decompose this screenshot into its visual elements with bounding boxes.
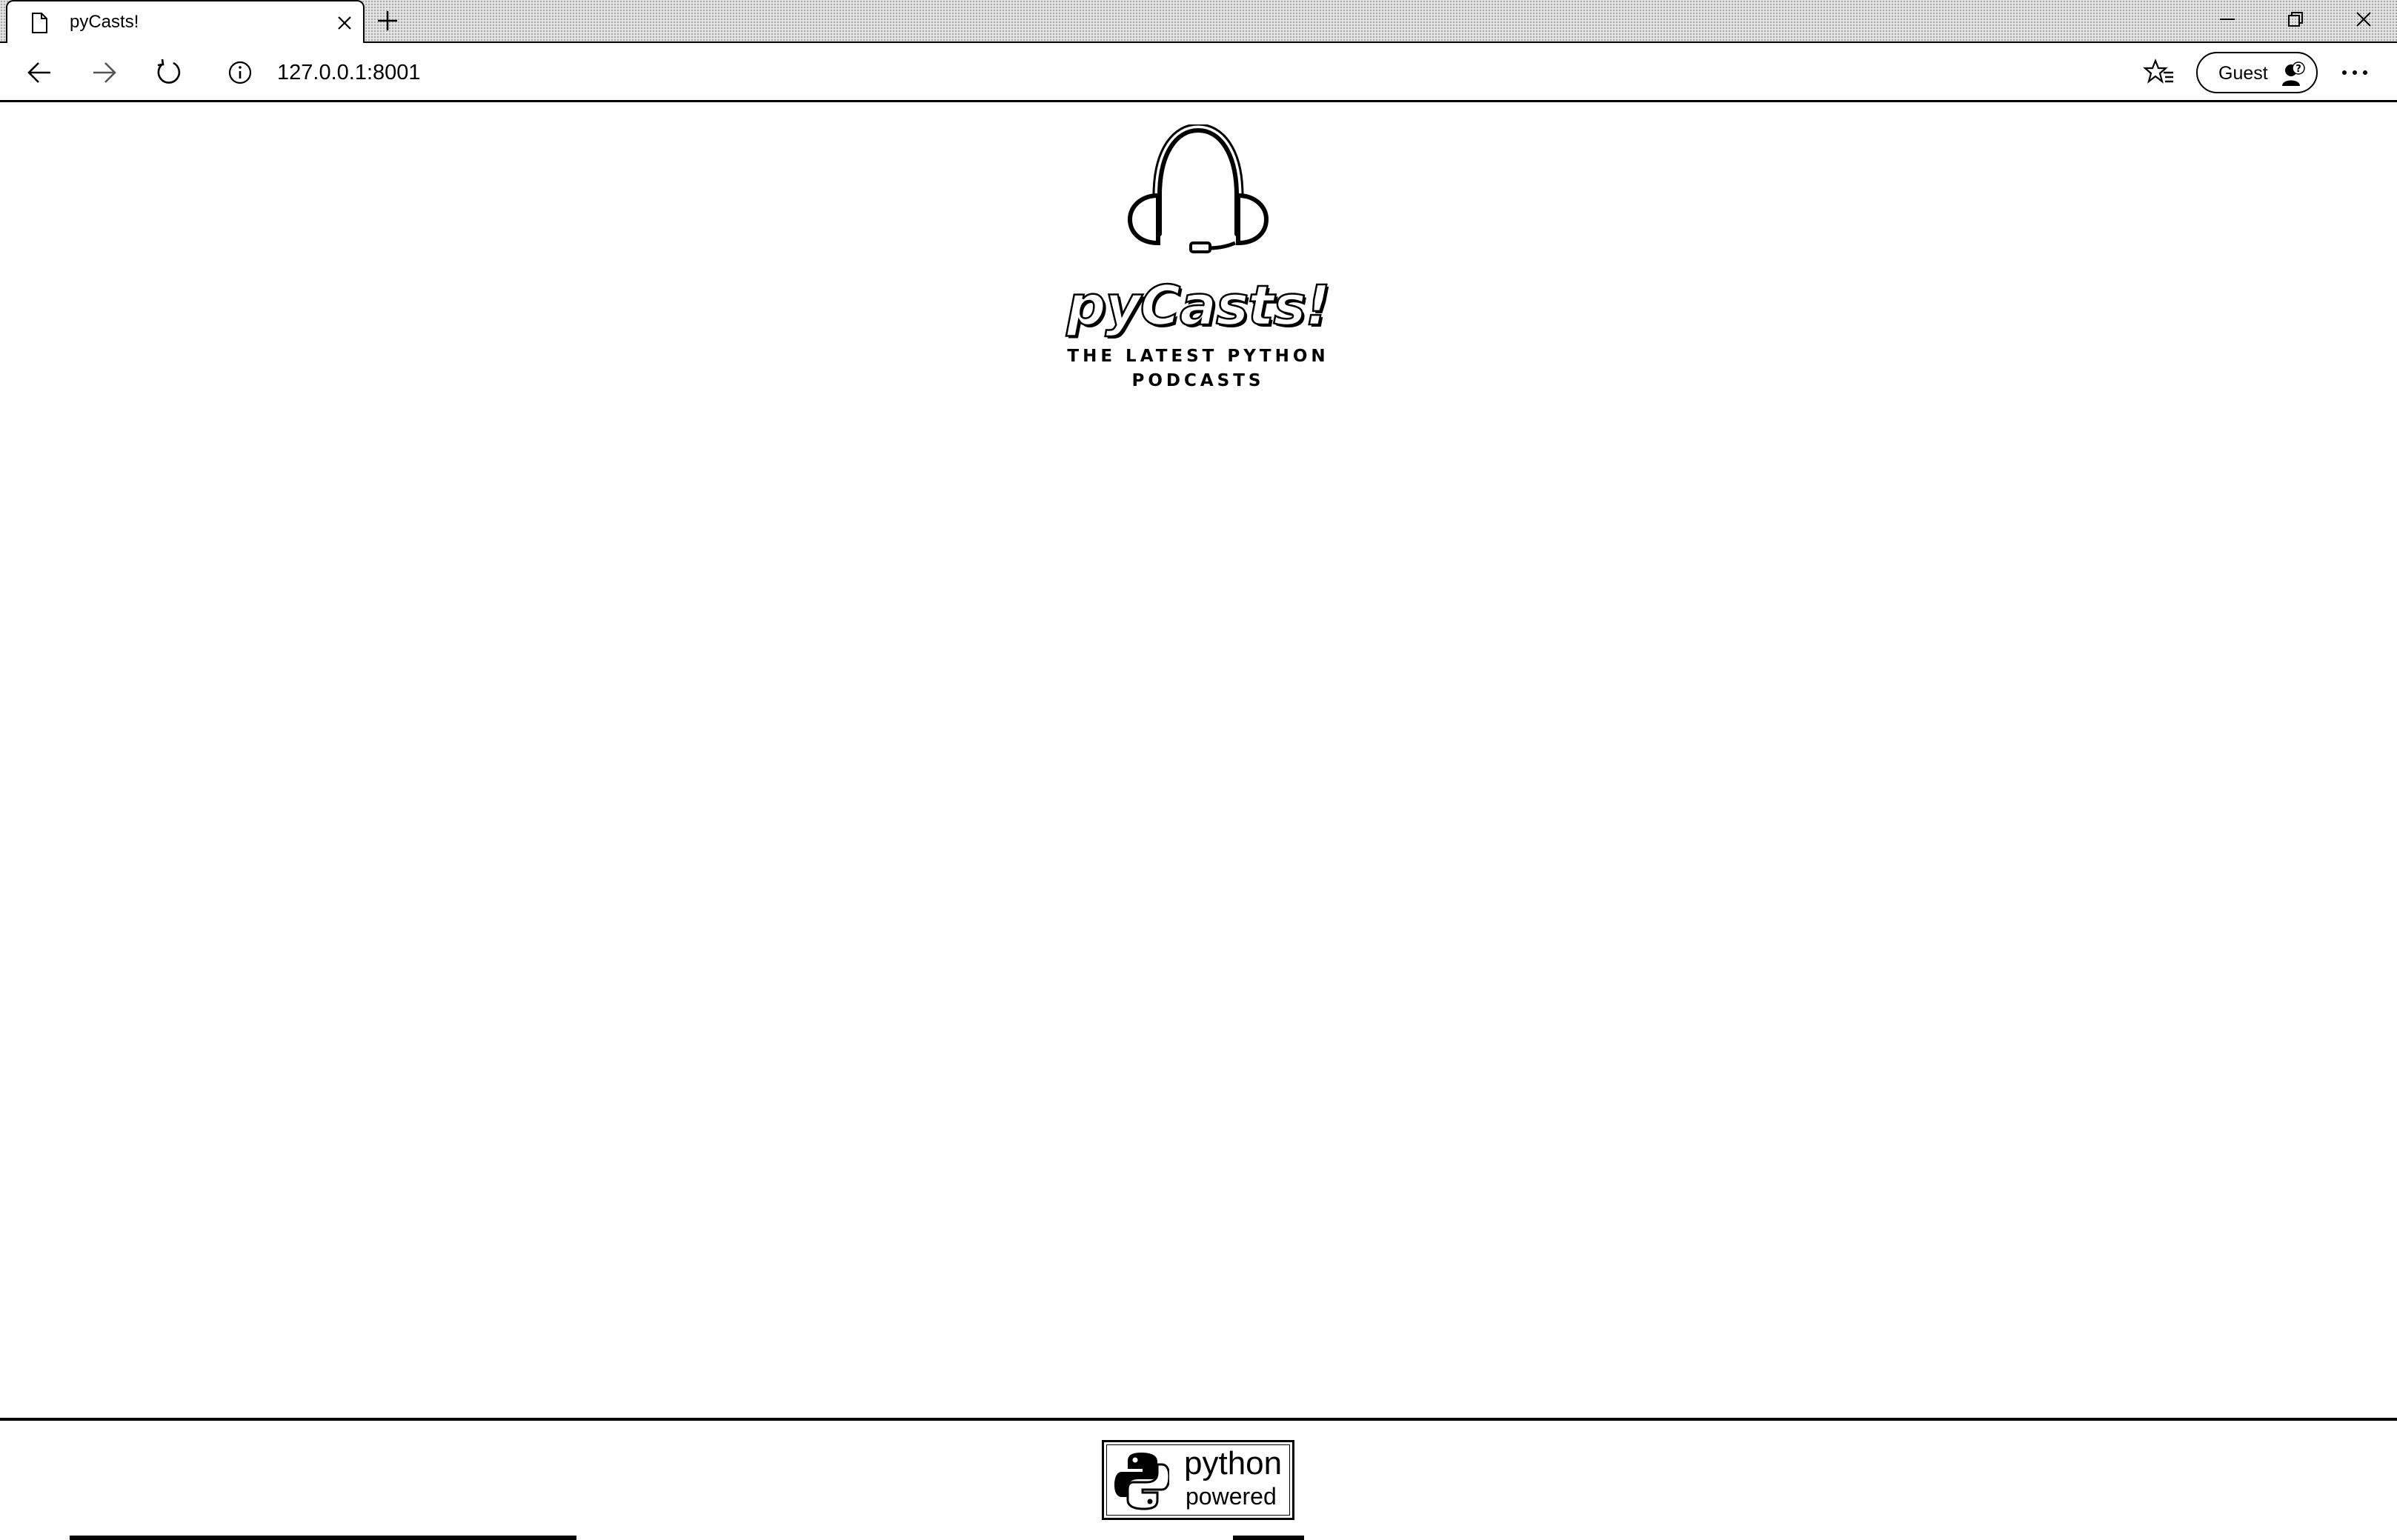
badge-python-text: python [1184, 1445, 1283, 1481]
logo-tagline: THE LATEST PYTHON PODCASTS [1067, 347, 1329, 390]
logo-title: pyCasts! [1065, 274, 1331, 338]
profile-button[interactable]: Guest ? [2196, 52, 2318, 93]
page-footer: python powered [0, 1418, 2397, 1540]
tab-close-icon[interactable] [333, 12, 356, 34]
browser-toolbar: 127.0.0.1:8001 Guest ? [0, 43, 2397, 102]
profile-label: Guest [2218, 63, 2268, 84]
minimize-button[interactable] [2205, 4, 2250, 34]
tab-title: pyCasts! [70, 12, 139, 32]
page-icon [28, 12, 50, 34]
restore-icon [2288, 12, 2303, 27]
python-powered-badge[interactable]: python powered [1102, 1440, 1294, 1520]
close-window-button[interactable] [2341, 4, 2386, 34]
tab-active[interactable]: pyCasts! [6, 0, 365, 44]
forward-arrow-icon[interactable] [87, 56, 120, 89]
favorites-star-icon[interactable] [2143, 56, 2175, 89]
badge-powered-text: powered [1186, 1483, 1277, 1510]
more-options-icon[interactable] [2334, 56, 2376, 89]
close-icon [2356, 12, 2371, 27]
guest-avatar-icon: ? [2279, 61, 2306, 87]
web-page: pyCasts! THE LATEST PYTHON PODCASTS [0, 102, 2397, 1540]
site-logo[interactable]: pyCasts! THE LATEST PYTHON PODCASTS [1050, 124, 1346, 390]
address-bar-input[interactable]: 127.0.0.1:8001 [277, 58, 1389, 87]
back-arrow-icon[interactable] [24, 56, 56, 89]
reload-icon[interactable] [153, 56, 185, 89]
footer-divider-mid [1233, 1536, 1304, 1540]
svg-text:?: ? [2295, 64, 2301, 75]
site-info-icon[interactable] [227, 59, 253, 86]
tab-strip: pyCasts! [0, 0, 2397, 44]
new-tab-icon[interactable] [374, 7, 401, 34]
headphones-icon [1127, 124, 1269, 253]
python-logo-icon [1114, 1453, 1169, 1510]
restore-button[interactable] [2273, 4, 2318, 34]
footer-divider-left [70, 1536, 576, 1540]
minimize-icon [2220, 19, 2235, 20]
